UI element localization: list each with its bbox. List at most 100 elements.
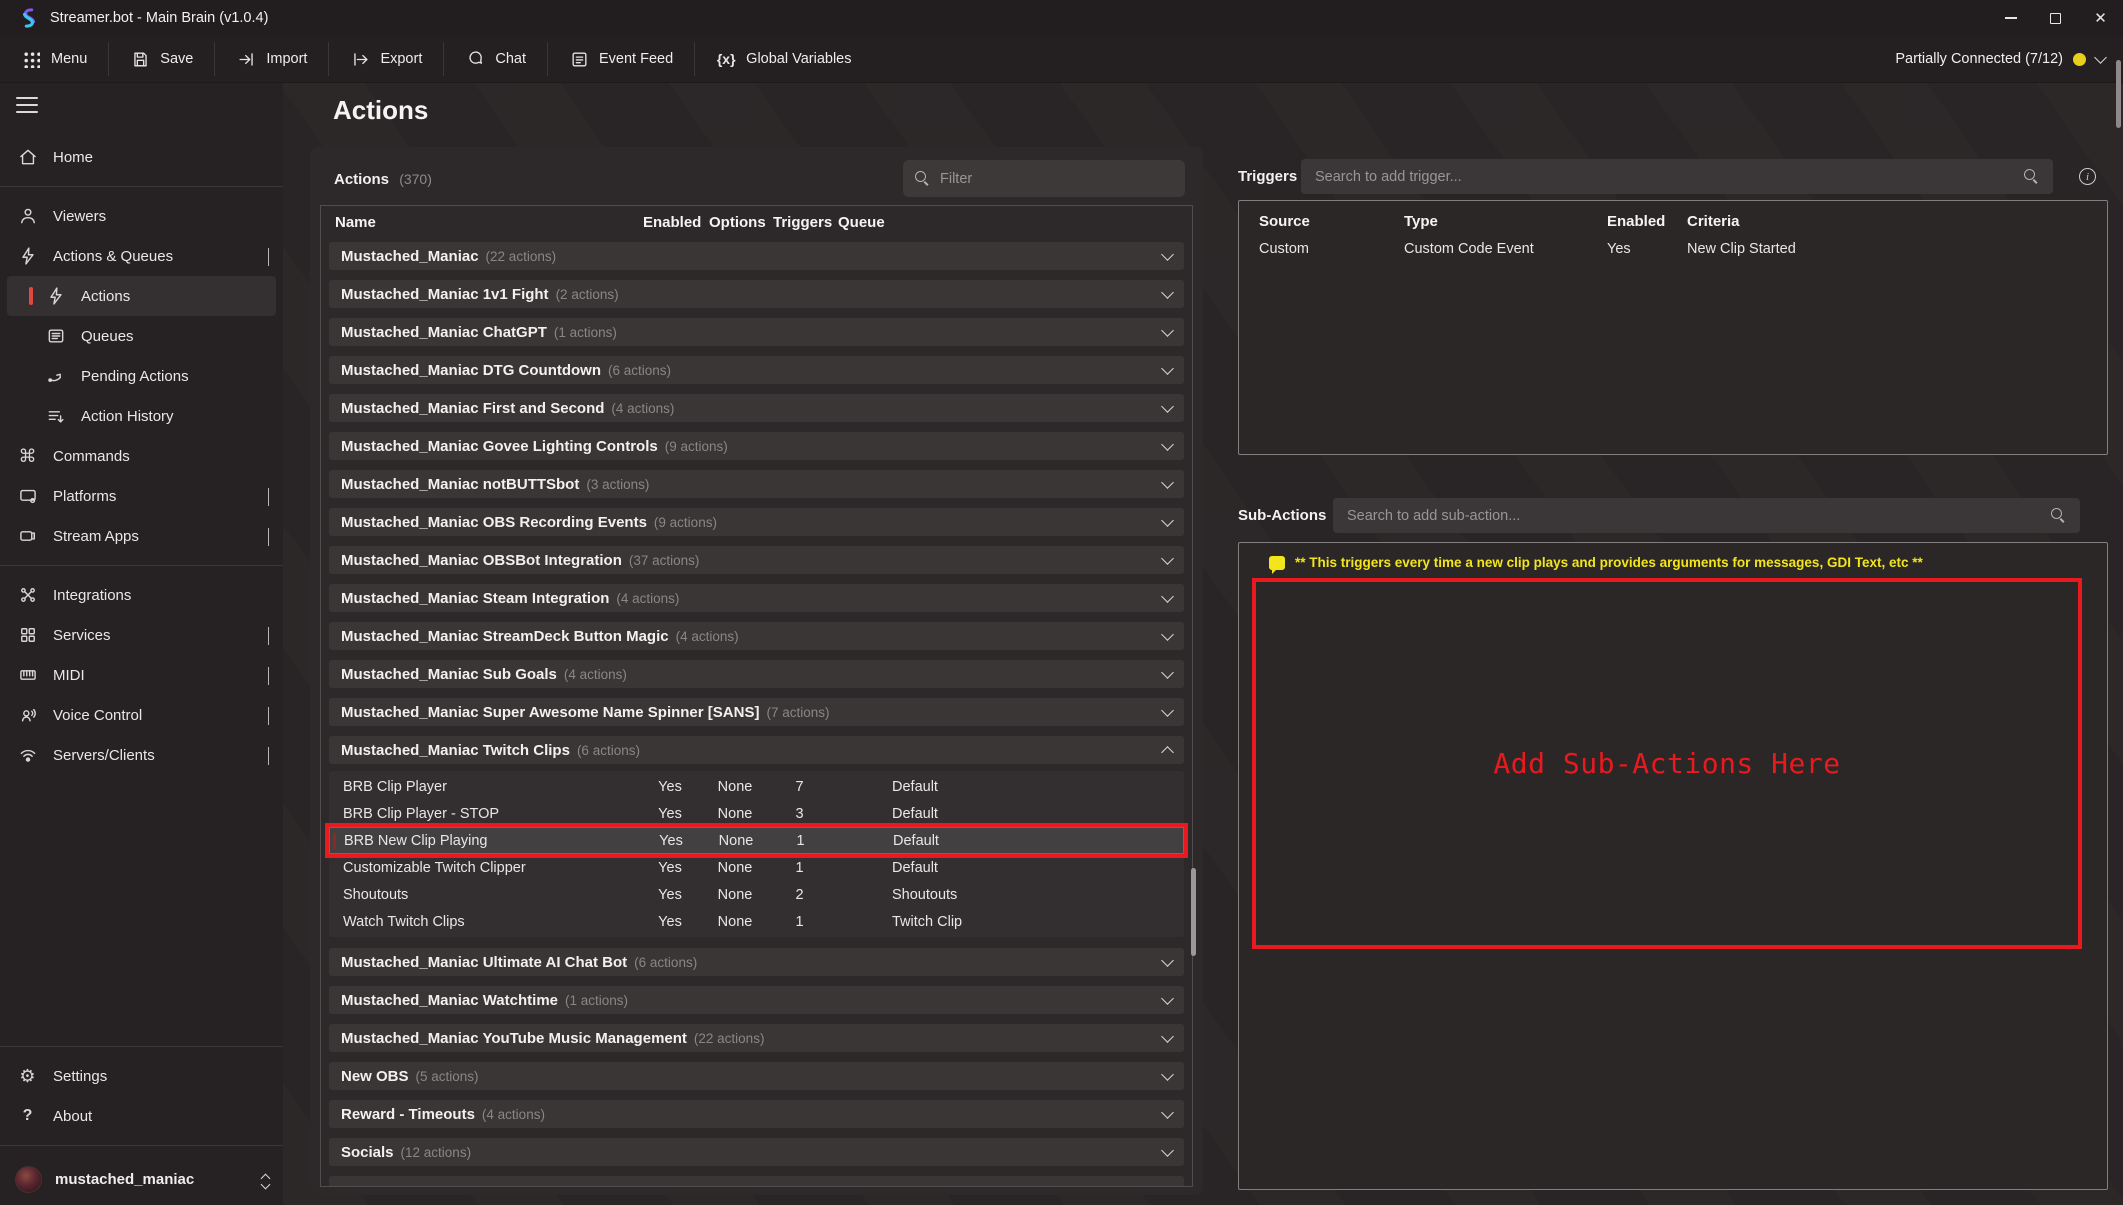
toolbar-export-button[interactable]: Export [329, 36, 443, 82]
group-name: Mustached_Maniac Ultimate AI Chat Bot [341, 954, 627, 971]
search-icon[interactable] [2051, 508, 2066, 523]
actions-scrollbar-thumb[interactable] [1191, 868, 1196, 956]
action-row[interactable]: BRB Clip Player - STOPYesNone3Default [329, 800, 1184, 827]
integrations-icon [17, 585, 38, 606]
group-count: (9 actions) [665, 439, 728, 454]
chevron-down-icon [268, 747, 269, 764]
sidebar-item-services[interactable]: Services [0, 615, 283, 655]
divider [0, 565, 283, 566]
action-row[interactable]: ShoutoutsYesNone2Shoutouts [329, 881, 1184, 908]
user-account-row[interactable]: mustached_maniac [0, 1155, 283, 1203]
action-group-row[interactable]: Socials(12 actions) [329, 1138, 1184, 1166]
action-queue: Default [832, 860, 1184, 876]
sidebar-item-label: Home [53, 149, 93, 166]
sidebar-item-label: Stream Apps [53, 528, 139, 545]
sidebar-item-commands[interactable]: ⌘Commands [0, 436, 283, 476]
connection-status-dot-icon [2073, 53, 2086, 66]
trigger-search-box [1301, 159, 2053, 194]
action-group-row[interactable]: Mustached_Maniac ChatGPT(1 actions) [329, 318, 1184, 346]
sidebar-item-label: Settings [53, 1068, 107, 1085]
action-name: Shoutouts [343, 887, 637, 903]
action-group-row[interactable]: Mustached_Maniac Govee Lighting Controls… [329, 432, 1184, 460]
chevron-down-icon [1161, 438, 1174, 451]
action-group-row[interactable]: Mustached_Maniac YouTube Music Managemen… [329, 1024, 1184, 1052]
chevron-down-icon[interactable] [2094, 51, 2107, 64]
sidebar-item-platforms[interactable]: Platforms [0, 476, 283, 516]
action-row[interactable]: BRB Clip PlayerYesNone7Default [329, 773, 1184, 800]
hamburger-menu-icon[interactable] [16, 97, 38, 113]
action-row[interactable]: Customizable Twitch ClipperYesNone1Defau… [329, 854, 1184, 881]
sidebar-item-queues[interactable]: Queues [0, 316, 283, 356]
action-row[interactable]: Watch Twitch ClipsYesNone1Twitch Clip [329, 908, 1184, 935]
pending-icon [45, 366, 66, 387]
maximize-button[interactable] [2033, 0, 2078, 36]
sidebar-item-actions[interactable]: Actions [7, 276, 276, 316]
sidebar-item-label: Viewers [53, 208, 106, 225]
minimize-button[interactable] [1988, 0, 2033, 36]
action-group-row[interactable]: Mustached_Maniac 1v1 Fight(2 actions) [329, 280, 1184, 308]
sidebar-item-pending-actions[interactable]: Pending Actions [0, 356, 283, 396]
action-group-row[interactable] [329, 1176, 1184, 1187]
toolbar-global-variables-button[interactable]: {x}Global Variables [695, 36, 872, 82]
group-count: (6 actions) [577, 743, 640, 758]
action-group-row[interactable]: New OBS(5 actions) [329, 1062, 1184, 1090]
action-group-row[interactable]: Mustached_Maniac notBUTTSbot(3 actions) [329, 470, 1184, 498]
action-row[interactable]: BRB New Clip PlayingYesNone1Default [329, 827, 1184, 854]
action-name: BRB New Clip Playing [344, 833, 638, 849]
sidebar-item-integrations[interactable]: Integrations [0, 575, 283, 615]
chevron-down-icon [1161, 552, 1174, 565]
action-group-row[interactable]: Mustached_Maniac First and Second(4 acti… [329, 394, 1184, 422]
action-group-row[interactable]: Mustached_Maniac Twitch Clips(6 actions) [329, 736, 1184, 764]
sidebar-item-voice-control[interactable]: Voice Control [0, 695, 283, 735]
action-group-row[interactable]: Reward - Timeouts(4 actions) [329, 1100, 1184, 1128]
toolbar-event-feed-button[interactable]: Event Feed [548, 36, 694, 82]
page-title: Actions [333, 95, 428, 126]
chevron-down-icon [268, 528, 269, 545]
action-group-row[interactable]: Mustached_Maniac(22 actions) [329, 242, 1184, 270]
sidebar-item-settings[interactable]: ⚙Settings [0, 1056, 283, 1096]
action-group-row[interactable]: Mustached_Maniac Watchtime(1 actions) [329, 986, 1184, 1014]
sidebar-item-actions-queues[interactable]: Actions & Queues [0, 236, 283, 276]
action-group-row[interactable]: Mustached_Maniac Sub Goals(4 actions) [329, 660, 1184, 688]
sidebar-item-home[interactable]: Home [0, 137, 283, 177]
search-icon[interactable] [2024, 169, 2039, 184]
toolbar-save-button[interactable]: Save [109, 36, 214, 82]
subaction-search-input[interactable] [1347, 508, 2041, 524]
sidebar-item-stream-apps[interactable]: Stream Apps [0, 516, 283, 556]
sidebar-item-action-history[interactable]: Action History [0, 396, 283, 436]
group-count: (37 actions) [629, 553, 700, 568]
action-group-row[interactable]: Mustached_Maniac Ultimate AI Chat Bot(6 … [329, 948, 1184, 976]
close-button[interactable]: ✕ [2078, 0, 2123, 36]
action-triggers: 1 [767, 914, 832, 930]
services-icon [17, 625, 38, 646]
action-triggers: 2 [767, 887, 832, 903]
sidebar-item-label: Action History [81, 408, 174, 425]
filter-input[interactable] [940, 171, 1173, 187]
trigger-row[interactable]: Custom Custom Code Event Yes New Clip St… [1239, 241, 2107, 257]
toolbar-import-button[interactable]: Import [215, 36, 328, 82]
info-icon[interactable]: i [2079, 168, 2096, 185]
toolbar-menu-button[interactable]: Menu [0, 36, 108, 82]
sidebar-item-servers-clients[interactable]: Servers/Clients [0, 735, 283, 775]
sidebar-item-label: Servers/Clients [53, 747, 155, 764]
sidebar-item-midi[interactable]: MIDI [0, 655, 283, 695]
action-group-row[interactable]: Mustached_Maniac Steam Integration(4 act… [329, 584, 1184, 612]
window-scrollbar-thumb[interactable] [2116, 60, 2121, 128]
group-count: (4 actions) [676, 629, 739, 644]
connection-status[interactable]: Partially Connected (7/12) [1895, 51, 2063, 67]
account-switcher-icon[interactable] [262, 1171, 269, 1188]
group-count: (12 actions) [401, 1145, 472, 1160]
actions-table: NameEnabledOptionsTriggersQueue Mustache… [320, 205, 1193, 1187]
sidebar-item-viewers[interactable]: Viewers [0, 196, 283, 236]
chat-icon [465, 49, 485, 69]
trigger-search-input[interactable] [1315, 169, 2014, 185]
group-name: Mustached_Maniac Govee Lighting Controls [341, 438, 658, 455]
action-group-row[interactable]: Mustached_Maniac Super Awesome Name Spin… [329, 698, 1184, 726]
action-group-row[interactable]: Mustached_Maniac DTG Countdown(6 actions… [329, 356, 1184, 384]
toolbar-chat-button[interactable]: Chat [444, 36, 547, 82]
action-group-row[interactable]: Mustached_Maniac StreamDeck Button Magic… [329, 622, 1184, 650]
action-group-row[interactable]: Mustached_Maniac OBS Recording Events(9 … [329, 508, 1184, 536]
action-group-row[interactable]: Mustached_Maniac OBSBot Integration(37 a… [329, 546, 1184, 574]
trigger-column-header-criteria: Criteria [1687, 213, 2107, 230]
sidebar-item-about[interactable]: ?About [0, 1096, 283, 1136]
